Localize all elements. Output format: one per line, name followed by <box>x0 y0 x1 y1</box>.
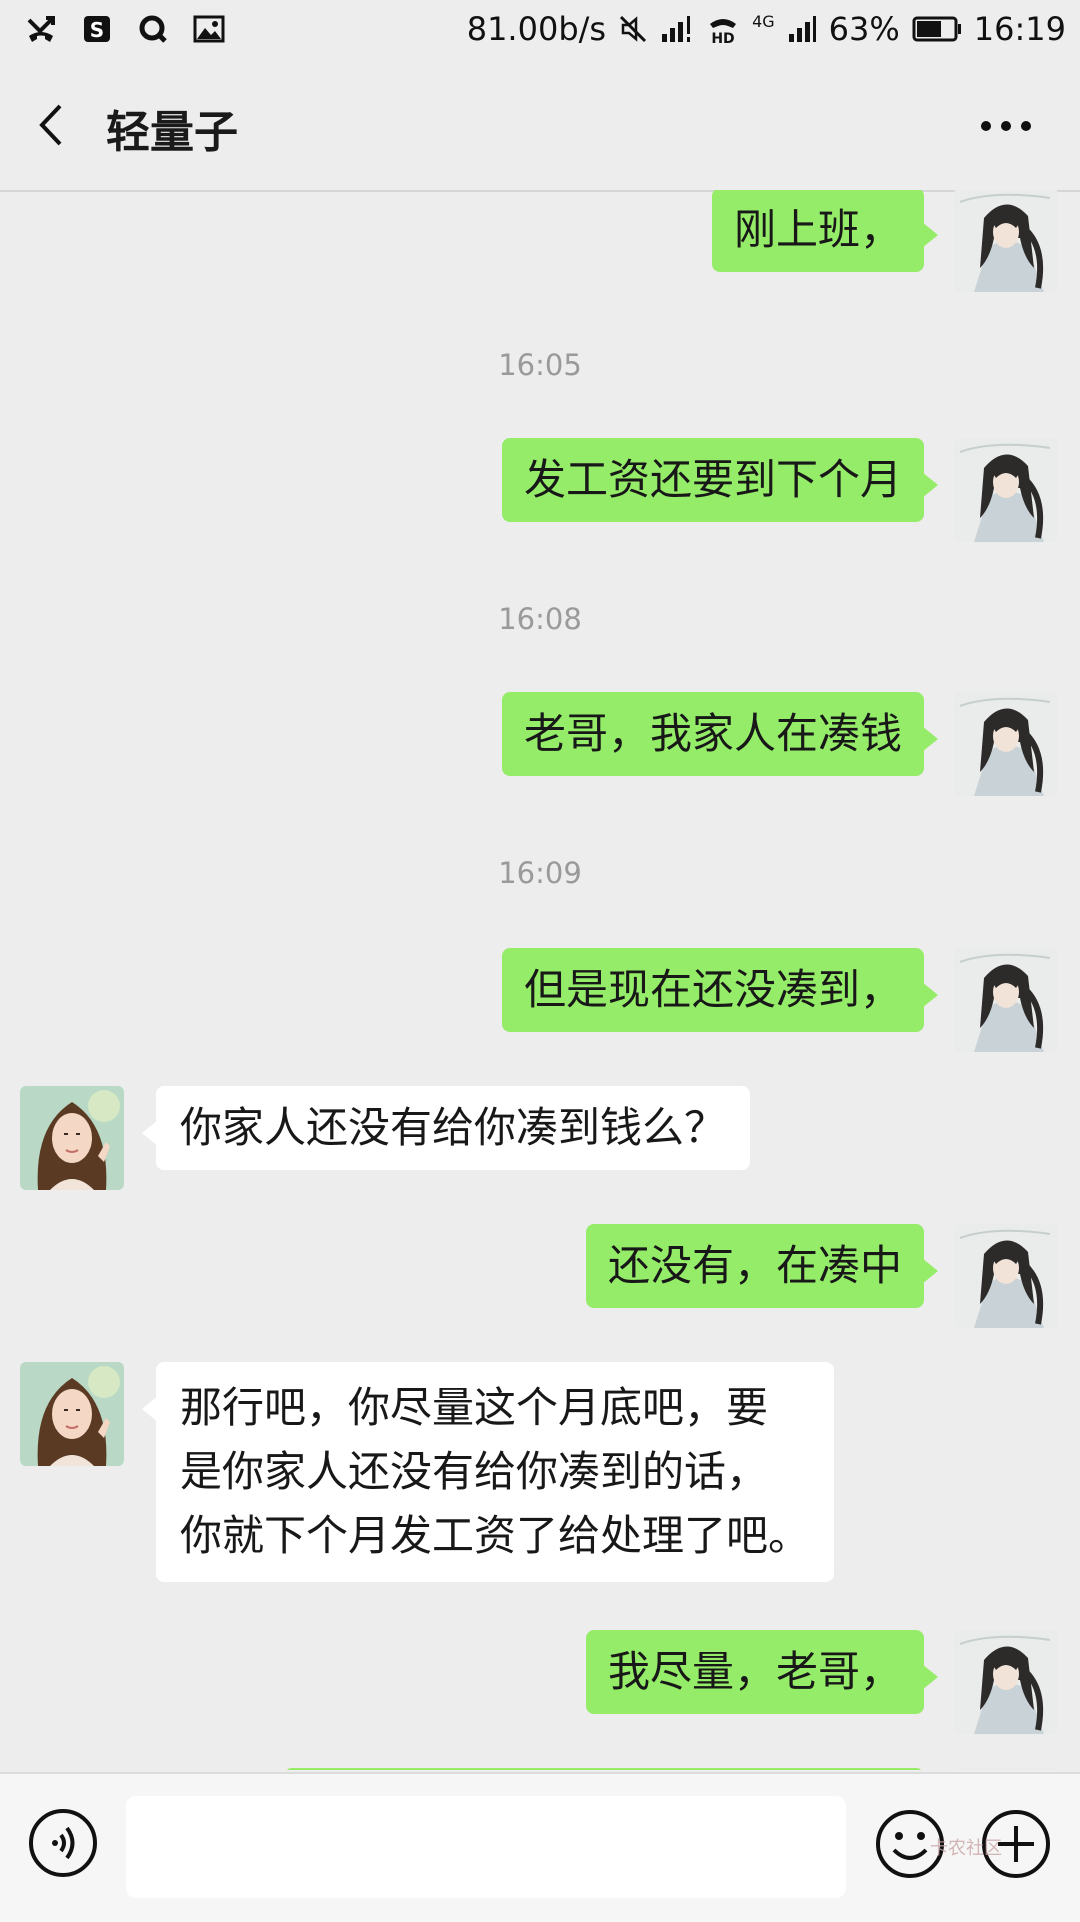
back-button[interactable] <box>30 100 80 150</box>
user-avatar-image <box>954 948 1058 1052</box>
system-status: 81.00b/s HD 4G 63% 16:19 <box>467 10 1066 48</box>
signal-icon <box>660 14 694 44</box>
voice-icon <box>29 1809 97 1877</box>
sent-message-bubble[interactable]: 还没有，在凑中 <box>585 1224 939 1308</box>
sent-message-bubble[interactable]: 我尽量，老哥， <box>585 1630 939 1714</box>
sent-message-bubble[interactable] <box>284 1768 924 1770</box>
avatar[interactable] <box>954 1224 1058 1328</box>
voice-button[interactable] <box>28 1808 98 1878</box>
app-s-icon: S <box>80 12 114 46</box>
message-input[interactable] <box>126 1796 846 1898</box>
avatar[interactable] <box>954 190 1058 292</box>
timestamp: 16:05 <box>498 348 582 382</box>
battery-percent: 63% <box>828 10 900 48</box>
clock: 16:19 <box>973 10 1066 48</box>
battery-icon <box>912 15 962 43</box>
timestamp: 16:08 <box>498 602 582 636</box>
sent-message-bubble[interactable]: 老哥，我家人在凑钱 <box>501 692 939 776</box>
more-dots-icon <box>981 121 1031 131</box>
sent-message-bubble[interactable]: 但是现在还没凑到， <box>501 948 939 1032</box>
chat-header: 轻量子 <box>0 62 1080 192</box>
network-speed: 81.00b/s <box>466 10 607 48</box>
svg-text:S: S <box>90 18 104 42</box>
chat-title: 轻量子 <box>106 107 238 158</box>
more-menu-button[interactable] <box>976 106 1036 146</box>
user-avatar-image <box>954 190 1058 292</box>
contact-avatar-image <box>20 1086 124 1190</box>
input-bar: 卡农社区 <box>0 1772 1080 1922</box>
avatar[interactable] <box>954 438 1058 542</box>
received-message-bubble[interactable]: 你家人还没有给你凑到钱么？ <box>141 1086 751 1170</box>
watermark: 卡农社区 <box>930 1838 1002 1859</box>
avatar[interactable] <box>954 1768 1058 1770</box>
message-line: 那行吧，你尽量这个月底吧，要 <box>180 1383 769 1432</box>
avatar[interactable] <box>20 1086 124 1190</box>
avatar[interactable] <box>954 1630 1058 1734</box>
avatar[interactable] <box>20 1362 124 1466</box>
hd-call-icon: HD <box>706 14 740 44</box>
avatar[interactable] <box>954 948 1058 1052</box>
sent-message-bubble[interactable]: 刚上班， <box>711 190 939 272</box>
missed-call-icon <box>24 12 58 46</box>
sent-message-bubble[interactable]: 发工资还要到下个月 <box>501 438 939 522</box>
message-line: 是你家人还没有给你凑到的话， <box>180 1447 769 1496</box>
timestamp: 16:09 <box>498 856 582 890</box>
contact-avatar-image <box>20 1362 124 1466</box>
received-message-bubble[interactable]: 那行吧，你尽量这个月底吧，要 是你家人还没有给你凑到的话， 你就下个月发工资了给… <box>141 1362 835 1582</box>
user-avatar-image <box>954 1224 1058 1328</box>
message-line: 你就下个月发工资了给处理了吧。 <box>180 1511 811 1560</box>
user-avatar-image <box>954 438 1058 542</box>
user-avatar-image <box>954 1630 1058 1734</box>
mute-icon <box>618 14 648 44</box>
user-avatar-image <box>954 1768 1058 1770</box>
chevron-left-icon <box>39 104 62 146</box>
network-type: 4G <box>752 12 775 31</box>
status-bar: S 81.00b/s HD 4G 63% 16:19 <box>0 0 1080 62</box>
user-avatar-image <box>954 692 1058 796</box>
qq-icon <box>136 12 170 46</box>
avatar[interactable] <box>954 692 1058 796</box>
gallery-icon <box>192 12 226 46</box>
signal-icon-2 <box>787 14 817 44</box>
svg-text:HD: HD <box>711 31 734 44</box>
message-list[interactable]: 刚上班， 16:05 发工资还要到下个月 16:08 老哥，我家人在凑钱 16:… <box>0 190 1080 1770</box>
notification-icons: S <box>24 12 226 46</box>
